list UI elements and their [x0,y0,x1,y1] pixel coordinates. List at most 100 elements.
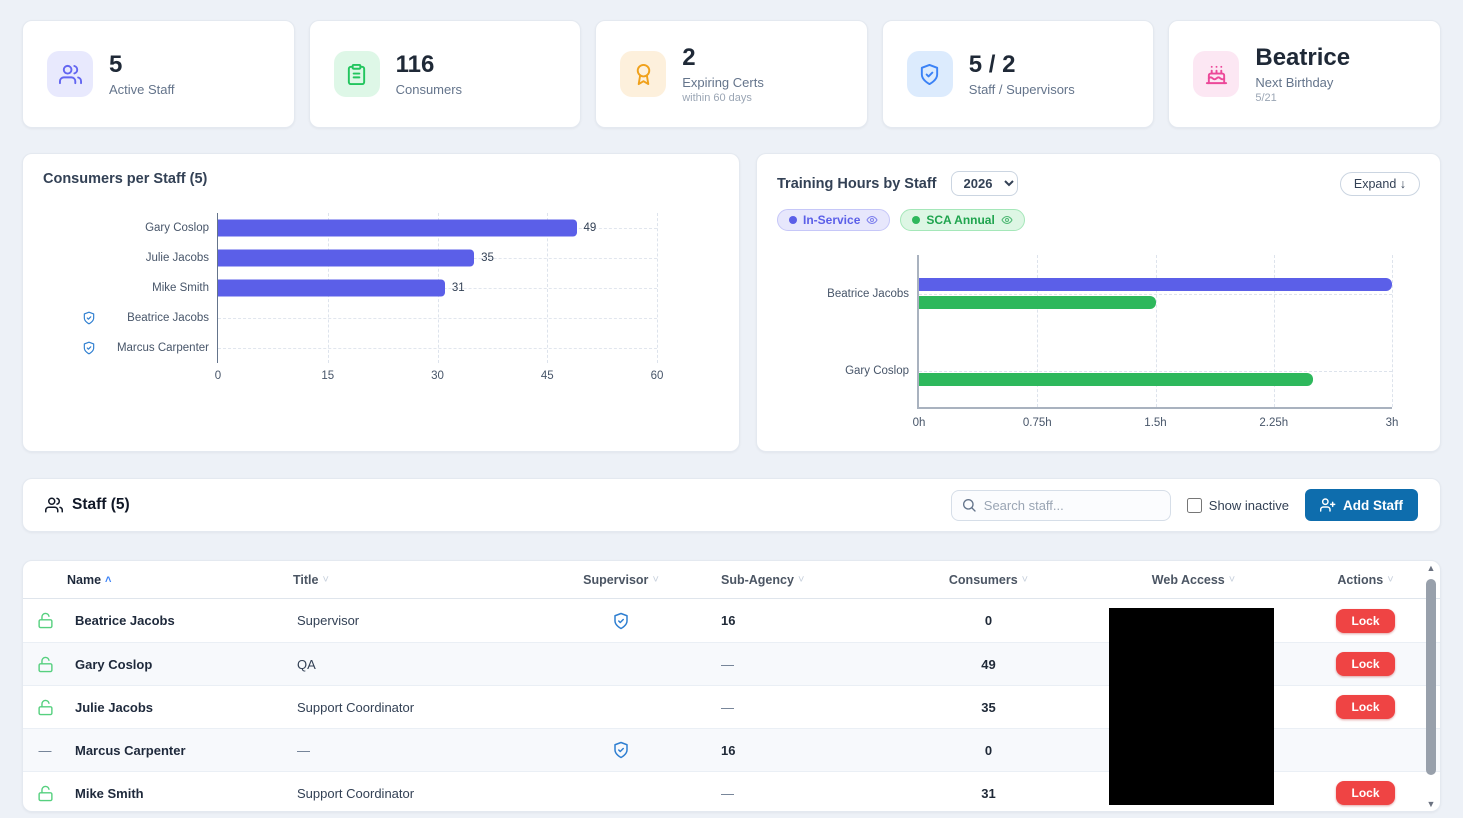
stat-text: 116Consumers [396,51,462,97]
cake-icon [1193,51,1239,97]
lock-button[interactable]: Lock [1336,781,1394,805]
column-label: Sub-Agency [721,573,794,587]
stat-cards-row: 5Active Staff 116Consumers 2 Expiring Certs… [22,20,1441,128]
stat-card-consumers: 116Consumers [309,20,582,128]
stat-card-expiring-certs: 2 Expiring Certs within 60 days [595,20,868,128]
column-header-supervisor[interactable]: Supervisor˅ [561,573,681,587]
title-cell: Support Coordinator [293,700,561,715]
scrollbar-thumb[interactable] [1426,579,1436,775]
lock-button[interactable]: Lock [1336,695,1394,719]
lock-status-cell[interactable] [23,656,67,673]
staff-section-title: Staff (5) [45,496,130,514]
column-header-actions[interactable]: Actions ˅ [1291,573,1440,587]
x-tick-label: 2.25h [1259,417,1288,429]
lock-status-cell[interactable] [23,699,67,716]
web-access-redaction-box [1109,608,1274,805]
title-cell: Support Coordinator [293,786,561,801]
unlock-icon[interactable] [37,699,54,716]
name-cell: Marcus Carpenter [67,743,293,758]
consumers-cell: 49 [881,657,1096,672]
column-label: Actions [1337,573,1383,587]
bar-value: 35 [481,252,494,264]
sort-caret: ˅ [1229,574,1235,586]
sub-agency-cell: — [681,657,881,672]
stat-label: Active Staff [109,82,175,97]
unlock-icon[interactable] [37,612,54,629]
show-inactive-toggle[interactable]: Show inactive [1187,498,1289,513]
category-label: Gary Coslop [145,222,209,234]
stat-value: 116 [396,51,462,79]
stat-card-staff-supervisors: 5 / 2Staff / Supervisors [882,20,1155,128]
x-tick-label: 60 [651,370,664,382]
unlock-icon[interactable] [37,785,54,802]
legend-pill-sca-annual[interactable]: SCA Annual [900,209,1024,231]
add-staff-button[interactable]: Add Staff [1305,489,1418,521]
search-input[interactable] [951,490,1171,521]
consumers-cell: 0 [881,613,1096,628]
sub-agency-cell: 16 [681,613,881,628]
title-cell: Supervisor [293,613,561,628]
lock-button[interactable]: Lock [1336,609,1394,633]
stat-sublabel: within 60 days [682,92,764,104]
eye-icon[interactable] [866,214,878,226]
no-lock-dash: — [39,743,52,758]
column-label: Supervisor [583,573,648,587]
name-cell: Beatrice Jacobs [67,613,293,628]
category-label: Beatrice Jacobs [827,288,909,300]
sort-caret: ˅ [1022,574,1028,586]
x-tick-label: 1.5h [1144,417,1166,429]
x-tick-label: 0 [215,370,221,382]
show-inactive-checkbox[interactable] [1187,498,1202,513]
column-header-sub-agency[interactable]: Sub-Agency˅ [681,573,881,587]
eye-icon[interactable] [1001,214,1013,226]
sub-agency-cell: — [681,700,881,715]
stat-value: 2 [682,44,764,72]
staff-title-label: Staff (5) [72,496,130,514]
actions-cell: Lock [1291,695,1440,719]
supervisor-shield-icon [612,741,630,759]
clipboard-icon [334,51,380,97]
scroll-down-arrow[interactable]: ▼ [1424,799,1438,809]
stat-card-next-birthday: BeatriceNext Birthday5/21 [1168,20,1441,128]
staff-section-header: Staff (5) Show inactive Add Staff [22,478,1441,532]
scroll-up-arrow[interactable]: ▲ [1424,563,1438,573]
lock-status-cell: — [23,743,67,758]
lock-button[interactable]: Lock [1336,652,1394,676]
stat-card-active-staff: 5Active Staff [22,20,295,128]
lock-status-cell[interactable] [23,785,67,802]
sort-caret: ˅ [1387,574,1393,586]
lock-status-cell[interactable] [23,612,67,629]
supervisor-cell [561,741,681,759]
unlock-icon[interactable] [37,656,54,673]
chart-group-gary-coslop: Gary Coslop [919,332,1392,409]
column-header-consumers[interactable]: Consumers˅ [881,573,1096,587]
chart-group-beatrice-jacobs: Beatrice Jacobs [919,255,1392,332]
actions-cell: Lock [1291,652,1440,676]
table-scrollbar[interactable]: ▲ ▼ [1424,563,1438,809]
training-chart-header: Training Hours by Staff 2026 Expand ↓ [777,171,1420,196]
bar-value: 49 [584,222,597,234]
expand-button[interactable]: Expand ↓ [1340,172,1420,196]
training-hours-card: Training Hours by Staff 2026 Expand ↓ In… [756,153,1441,452]
supervisor-cell [561,612,681,630]
column-label: Name [67,573,101,587]
column-header-title[interactable]: Title˅ [293,573,561,587]
supervisor-shield-icon [82,341,96,355]
sort-caret: ˄ [105,574,111,586]
column-header-web-access[interactable]: Web Access˅ [1096,573,1291,587]
table-header-row: Name˄Title˅Supervisor˅Sub-Agency˅Consume… [23,561,1440,599]
staff-search [951,490,1171,521]
bar-in-service [919,278,1392,291]
chart-title: Training Hours by Staff [777,176,937,192]
staff-table-card: Name˄Title˅Supervisor˅Sub-Agency˅Consume… [22,560,1441,812]
year-select[interactable]: 2026 [951,171,1018,196]
column-header-name[interactable]: Name ˄ [67,573,293,587]
bar [218,220,577,237]
supervisor-shield-icon [612,612,630,630]
consumers-cell: 35 [881,700,1096,715]
category-label: Julie Jacobs [146,252,209,264]
legend-pill-in-service[interactable]: In-Service [777,209,890,231]
chart-row-beatrice-jacobs: Beatrice Jacobs [218,303,657,333]
stat-label: Expiring Certs [682,75,764,90]
add-staff-label: Add Staff [1343,498,1403,513]
